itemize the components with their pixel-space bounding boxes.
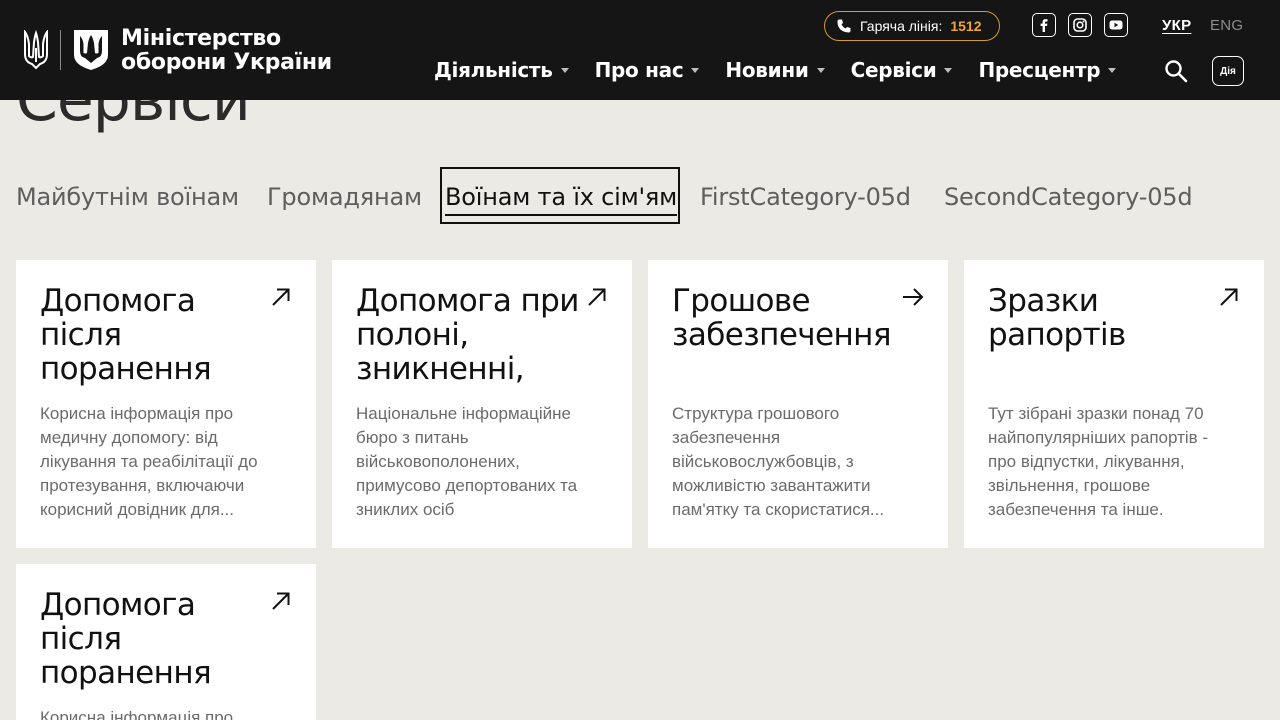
main-nav: Діяльність Про нас Новини Сервіси Пресце… (434, 58, 1142, 82)
card-title: Грошове забезпечення (672, 284, 891, 353)
facebook-icon[interactable] (1032, 13, 1056, 37)
nav-item-services[interactable]: Сервіси (851, 58, 953, 82)
nav-item-label: Діяльність (434, 58, 553, 82)
tab-future-warriors[interactable]: Майбутнім воїнам (16, 181, 239, 213)
instagram-icon[interactable] (1068, 13, 1092, 37)
hotline-label: Гаряча лінія: (860, 18, 943, 34)
chevron-down-icon (691, 67, 700, 73)
card-description: Національне інформаційне бюро з питань в… (356, 404, 578, 519)
nav-item-label: Пресцентр (978, 58, 1101, 82)
org-name[interactable]: Міністерство оборони України (121, 27, 332, 75)
lang-eng-link[interactable]: ENG (1210, 17, 1243, 34)
hotline-number: 1512 (950, 18, 982, 34)
nav-item-label: Про нас (594, 58, 684, 82)
tab-citizens[interactable]: Громадянам (267, 181, 422, 213)
chevron-down-icon (944, 67, 953, 73)
lang-ukr-link[interactable]: УКР (1162, 17, 1191, 34)
card-title: Допомога при полоні, зникненні, (356, 284, 579, 387)
card-title: Зразки рапортів (988, 284, 1126, 353)
service-card-captivity-help[interactable]: Допомога при полоні, зникненні, Націонал… (332, 260, 632, 548)
search-icon[interactable] (1163, 58, 1189, 84)
diia-button[interactable]: Дія (1212, 56, 1244, 86)
hotline-button[interactable]: Гаряча лінія: 1512 (824, 11, 1000, 41)
service-card-wound-help-2[interactable]: Допомога після поранення Корисна інформа… (16, 564, 316, 720)
arrow-right-icon (903, 288, 924, 306)
tab-warriors-families[interactable]: Воїнам та їх сім'ям (440, 167, 680, 224)
arrow-up-right-icon (272, 288, 290, 306)
chevron-down-icon (816, 67, 825, 73)
arrow-up-right-icon (588, 288, 606, 306)
nav-item-activity[interactable]: Діяльність (434, 58, 569, 82)
tab-label: Воїнам та їх сім'ям (445, 182, 677, 216)
service-card-wound-help[interactable]: Допомога після поранення Корисна інформа… (16, 260, 316, 548)
service-card-report-samples[interactable]: Зразки рапортів Тут зібрані зразки понад… (964, 260, 1264, 548)
tab-first-category[interactable]: FirstCategory-05d (700, 181, 911, 213)
card-title: Допомога після поранення (40, 588, 212, 691)
arrow-up-right-icon (272, 592, 290, 610)
chevron-down-icon (560, 67, 569, 73)
trident-icon (24, 30, 48, 70)
org-name-line2: оборони України (121, 50, 332, 75)
logo-divider (60, 30, 61, 70)
card-title: Допомога після поранення (40, 284, 212, 387)
site-header: Міністерство оборони України Гаряча ліні… (0, 0, 1280, 100)
card-description: Корисна інформація про медичну допомогу:… (40, 708, 234, 720)
card-description: Корисна інформація про медичну допомогу:… (40, 404, 258, 519)
nav-item-label: Новини (725, 58, 809, 82)
chevron-down-icon (1108, 67, 1117, 73)
org-name-line1: Міністерство (121, 26, 281, 51)
service-card-monetary-allowance[interactable]: Грошове забезпечення Структура грошового… (648, 260, 948, 548)
card-description: Тут зібрані зразки понад 70 найпопулярні… (988, 404, 1209, 519)
youtube-icon[interactable] (1104, 13, 1128, 37)
tab-second-category[interactable]: SecondCategory-05d (944, 181, 1193, 213)
arrow-up-right-icon (1220, 288, 1238, 306)
nav-item-news[interactable]: Новини (725, 58, 825, 82)
phone-icon (837, 19, 851, 33)
nav-item-label: Сервіси (850, 58, 937, 82)
nav-item-press[interactable]: Пресцентр (978, 58, 1117, 82)
mod-shield-logo-icon[interactable] (73, 29, 109, 71)
card-description: Структура грошового забезпечення військо… (672, 404, 885, 519)
nav-item-about[interactable]: Про нас (595, 58, 700, 82)
